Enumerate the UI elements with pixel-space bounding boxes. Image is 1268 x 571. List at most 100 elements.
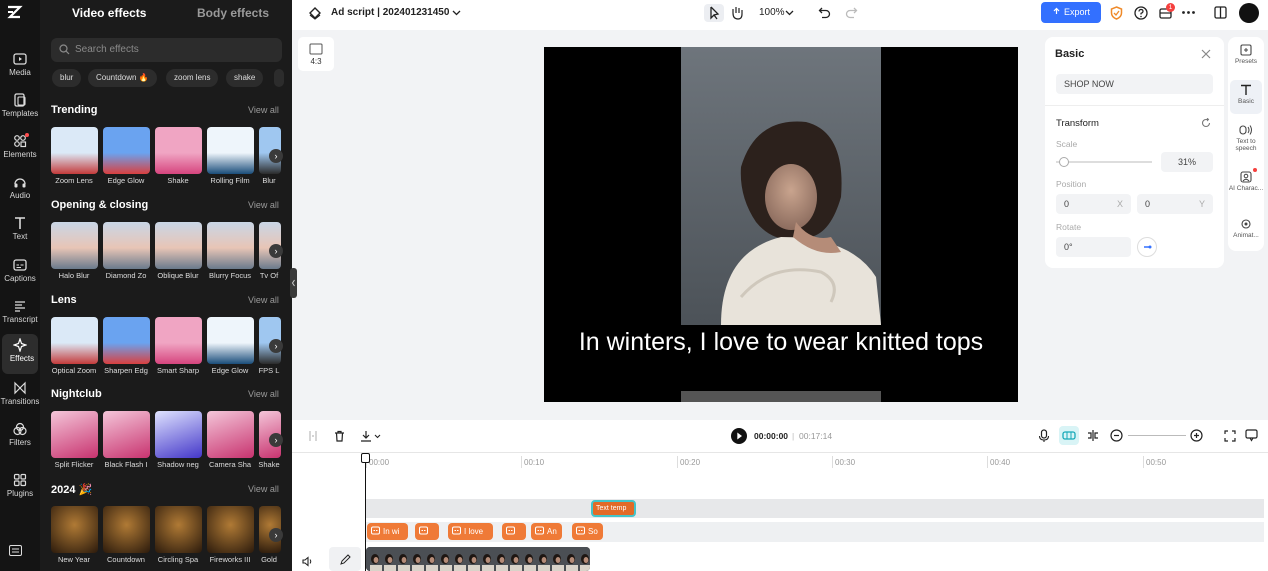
microphone-icon[interactable] bbox=[1038, 429, 1050, 443]
avatar[interactable] bbox=[1239, 3, 1259, 23]
tool-animation[interactable]: Animat... bbox=[1228, 218, 1264, 239]
timeline-zoom-slider[interactable] bbox=[1128, 435, 1186, 436]
tab-body-effects[interactable]: Body effects bbox=[197, 6, 269, 20]
tool-text-to-speech[interactable]: Text to speech bbox=[1228, 124, 1264, 152]
panel-collapse-handle[interactable] bbox=[290, 268, 297, 298]
keyboard-icon[interactable] bbox=[9, 545, 22, 556]
shield-icon[interactable] bbox=[1110, 6, 1123, 20]
effect-thumbnail[interactable] bbox=[155, 411, 202, 458]
zoom-chevron-down-icon[interactable] bbox=[785, 8, 794, 17]
text-track[interactable] bbox=[366, 499, 1264, 518]
effect-thumbnail[interactable] bbox=[103, 222, 150, 269]
chip-blur[interactable]: blur bbox=[52, 69, 82, 87]
edit-cover-button[interactable] bbox=[329, 547, 361, 571]
rail-transitions[interactable]: Transitions bbox=[0, 377, 40, 417]
caption-text[interactable]: In winters, I love to wear knitted tops bbox=[544, 329, 1018, 355]
tool-ai-character[interactable]: AI Charac... bbox=[1228, 171, 1264, 192]
scroll-right-chevron-icon[interactable]: › bbox=[269, 149, 283, 163]
effect-thumbnail[interactable] bbox=[155, 127, 202, 174]
help-icon[interactable] bbox=[1134, 6, 1148, 20]
effect-thumbnail[interactable] bbox=[51, 127, 98, 174]
hand-tool-icon[interactable] bbox=[730, 5, 744, 20]
caption-clip[interactable]: So bbox=[572, 523, 603, 540]
magnet-snap-button[interactable] bbox=[1059, 426, 1079, 445]
text-content-field[interactable]: SHOP NOW bbox=[1056, 74, 1213, 94]
view-all-link[interactable]: View all bbox=[248, 295, 279, 305]
fullscreen-icon[interactable] bbox=[1224, 430, 1236, 442]
effect-thumbnail[interactable] bbox=[103, 317, 150, 364]
preview-canvas[interactable]: In winters, I love to wear knitted tops bbox=[544, 47, 1018, 402]
select-tool-button[interactable] bbox=[704, 4, 724, 22]
rail-audio[interactable]: Audio bbox=[0, 171, 40, 211]
export-button[interactable]: Export bbox=[1041, 2, 1101, 23]
layout-panel-icon[interactable] bbox=[1214, 6, 1227, 19]
search-input[interactable]: Search effects bbox=[51, 38, 282, 62]
split-icon[interactable] bbox=[308, 430, 318, 442]
volume-icon[interactable] bbox=[302, 556, 314, 567]
chip-shake[interactable]: shake bbox=[226, 69, 264, 87]
caption-clip[interactable] bbox=[502, 523, 526, 540]
rail-captions[interactable]: Captions bbox=[0, 254, 40, 294]
rotate-field[interactable]: 0° bbox=[1056, 237, 1131, 257]
tool-basic[interactable]: Basic bbox=[1230, 80, 1262, 114]
close-icon[interactable] bbox=[1201, 49, 1211, 59]
effect-thumbnail[interactable] bbox=[51, 506, 98, 553]
redo-icon[interactable] bbox=[845, 6, 858, 19]
more-options-icon[interactable] bbox=[1182, 11, 1195, 14]
zoom-in-icon[interactable] bbox=[1190, 429, 1203, 442]
caption-clip[interactable]: I love bbox=[448, 523, 493, 540]
chip-overflow[interactable] bbox=[274, 69, 284, 87]
effect-thumbnail[interactable] bbox=[155, 506, 202, 553]
scroll-right-chevron-icon[interactable]: › bbox=[269, 528, 283, 542]
delete-icon[interactable] bbox=[334, 430, 345, 442]
caption-clip[interactable]: An bbox=[531, 523, 562, 540]
tool-presets[interactable]: Presets bbox=[1228, 44, 1264, 65]
undo-icon[interactable] bbox=[818, 6, 831, 19]
scroll-right-chevron-icon[interactable]: › bbox=[269, 339, 283, 353]
effect-thumbnail[interactable] bbox=[207, 411, 254, 458]
view-all-link[interactable]: View all bbox=[248, 105, 279, 115]
playhead-handle[interactable] bbox=[361, 453, 370, 463]
rail-filters[interactable]: Filters bbox=[0, 418, 40, 458]
rail-media[interactable]: Media bbox=[0, 48, 40, 88]
caption-clip[interactable]: In wi bbox=[367, 523, 408, 540]
download-icon[interactable] bbox=[360, 430, 382, 442]
scroll-right-chevron-icon[interactable]: › bbox=[269, 433, 283, 447]
effect-thumbnail[interactable] bbox=[51, 222, 98, 269]
playhead[interactable] bbox=[365, 454, 366, 571]
rail-templates[interactable]: Templates bbox=[0, 89, 40, 129]
comment-icon[interactable] bbox=[1245, 429, 1258, 442]
scale-slider-handle[interactable] bbox=[1058, 157, 1069, 167]
position-x-field[interactable]: 0X bbox=[1056, 194, 1131, 214]
rail-transcript[interactable]: Transcript bbox=[0, 295, 40, 335]
caption-clip[interactable] bbox=[415, 523, 439, 540]
zoom-out-icon[interactable] bbox=[1110, 429, 1123, 442]
video-clip[interactable] bbox=[366, 547, 590, 571]
effect-thumbnail[interactable] bbox=[103, 127, 150, 174]
app-logo-icon[interactable] bbox=[5, 3, 25, 23]
project-menu-chevron-down-icon[interactable] bbox=[452, 8, 461, 17]
aspect-ratio-button[interactable]: 4:3 bbox=[298, 37, 334, 71]
effect-thumbnail[interactable] bbox=[155, 317, 202, 364]
rail-text[interactable]: Text bbox=[0, 212, 40, 252]
chip-countdown[interactable]: Countdown 🔥 bbox=[88, 69, 157, 87]
effect-thumbnail[interactable] bbox=[103, 506, 150, 553]
scale-value-field[interactable]: 31% bbox=[1161, 152, 1213, 172]
scroll-right-chevron-icon[interactable]: › bbox=[269, 244, 283, 258]
text-template-clip[interactable]: Text temp bbox=[591, 500, 636, 517]
tab-video-effects[interactable]: Video effects bbox=[72, 6, 146, 20]
effect-thumbnail[interactable] bbox=[207, 222, 254, 269]
view-all-link[interactable]: View all bbox=[248, 484, 279, 494]
scale-slider[interactable] bbox=[1056, 161, 1152, 163]
effect-thumbnail[interactable] bbox=[103, 411, 150, 458]
project-title[interactable]: Ad script | 202401231450 bbox=[331, 7, 449, 18]
rail-plugins[interactable]: Plugins bbox=[0, 469, 40, 509]
effect-thumbnail[interactable] bbox=[155, 222, 202, 269]
reset-icon[interactable] bbox=[1201, 118, 1211, 128]
view-all-link[interactable]: View all bbox=[248, 389, 279, 399]
effect-thumbnail[interactable] bbox=[207, 127, 254, 174]
position-y-field[interactable]: 0Y bbox=[1137, 194, 1213, 214]
effect-thumbnail[interactable] bbox=[207, 506, 254, 553]
view-all-link[interactable]: View all bbox=[248, 200, 279, 210]
chip-zoom-lens[interactable]: zoom lens bbox=[166, 69, 219, 87]
